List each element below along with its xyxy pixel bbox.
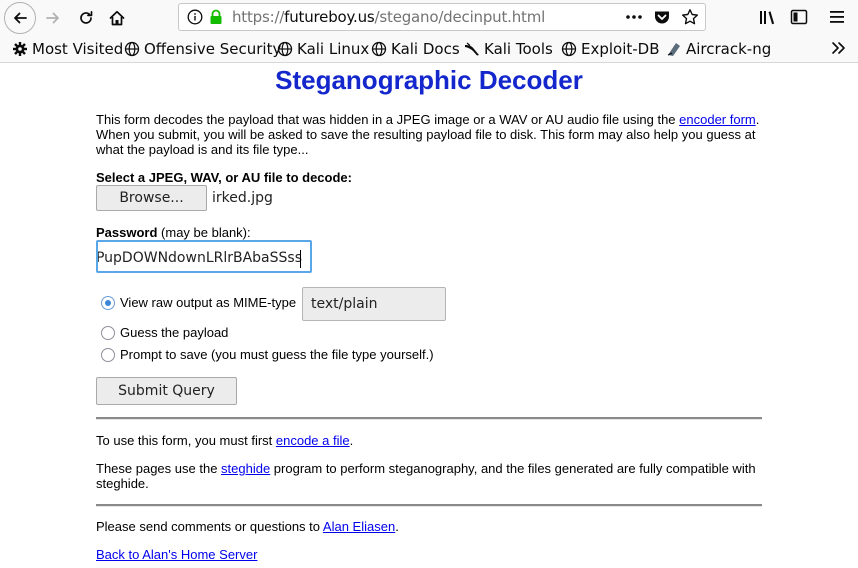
password-input[interactable]: UPupDOWNdownLRlrBAbaSSss [96, 240, 312, 273]
option-prompt-save[interactable]: Prompt to save (you must guess the file … [101, 347, 434, 362]
option-raw-output-label: View raw output as MIME-type [120, 295, 297, 310]
encode-file-link[interactable]: encode a file [276, 433, 350, 448]
chevron-double-right-icon [832, 42, 845, 54]
bookmark-kali-tools[interactable]: Kali Tools [464, 39, 553, 59]
sidebar-icon [790, 9, 808, 25]
option-guess-payload[interactable]: Guess the payload [101, 325, 228, 340]
contact-paragraph: Please send comments or questions to Ala… [96, 519, 399, 534]
intro-paragraph: This form decodes the payload that was h… [96, 112, 760, 157]
divider [96, 417, 762, 420]
bookmark-kali-linux[interactable]: Kali Linux [277, 39, 369, 59]
back-arrow-icon [14, 12, 27, 24]
submit-query-button[interactable]: Submit Query [96, 377, 237, 405]
radio-guess-payload[interactable] [101, 325, 115, 340]
radio-raw-output[interactable] [101, 295, 115, 310]
home-icon [109, 10, 125, 26]
alan-eliasen-link[interactable]: Alan Eliasen [323, 519, 395, 534]
bookmark-offensive-security[interactable]: Offensive Security [124, 39, 281, 59]
page-actions-icon[interactable] [625, 14, 643, 20]
bookmark-most-visited[interactable]: Most Visited [12, 39, 123, 59]
gear-icon [12, 41, 28, 57]
lock-icon[interactable] [209, 9, 223, 25]
home-button[interactable] [104, 5, 130, 31]
url-text: https://futureboy.us/stegano/decinput.ht… [232, 8, 546, 26]
library-button[interactable] [759, 5, 777, 29]
globe-icon [124, 41, 140, 57]
globe-icon [561, 41, 577, 57]
forward-button[interactable] [41, 6, 65, 30]
menu-button[interactable] [829, 5, 845, 29]
browse-button[interactable]: Browse... [96, 185, 207, 211]
usage-paragraph: To use this form, you must first encode … [96, 433, 354, 448]
library-icon [760, 11, 775, 25]
globe-icon [371, 41, 387, 57]
navigation-toolbar: https://futureboy.us/stegano/decinput.ht… [0, 0, 858, 35]
selected-file-name: irked.jpg [212, 190, 273, 206]
kali-dragon-icon [464, 41, 480, 57]
page-content: Steganographic Decoder This form decodes… [0, 63, 858, 568]
option-guess-payload-label: Guess the payload [120, 325, 229, 340]
bookmark-kali-docs[interactable]: Kali Docs [371, 39, 460, 59]
text-caret [300, 250, 301, 268]
aircrack-icon [666, 41, 682, 57]
address-bar[interactable]: https://futureboy.us/stegano/decinput.ht… [178, 3, 706, 31]
encoder-form-link[interactable]: encoder form [679, 112, 756, 127]
reload-icon [80, 10, 93, 24]
sidebar-toggle-button[interactable] [790, 5, 808, 29]
password-value: UPupDOWNdownLRlrBAbaSSss [96, 250, 302, 266]
globe-icon [277, 41, 293, 57]
page-title: Steganographic Decoder [275, 65, 583, 95]
bookmarks-overflow-button[interactable] [830, 40, 846, 56]
home-server-link[interactable]: Back to Alan's Home Server [96, 547, 257, 562]
bookmark-star-icon[interactable] [681, 8, 699, 26]
bookmark-aircrack-ng[interactable]: Aircrack-ng [666, 39, 771, 59]
divider [96, 504, 762, 507]
mime-type-input[interactable]: text/plain [302, 287, 446, 321]
bookmark-exploit-db[interactable]: Exploit-DB [561, 39, 660, 59]
pocket-icon[interactable] [653, 8, 671, 26]
file-select-label: Select a JPEG, WAV, or AU file to decode… [96, 170, 352, 185]
password-label: Password (may be blank): [96, 225, 251, 240]
bookmarks-toolbar: Most Visited Offensive Security Kali Lin… [0, 35, 858, 63]
reload-button[interactable] [74, 6, 98, 30]
info-icon[interactable] [187, 9, 203, 25]
option-raw-output[interactable]: View raw output as MIME-type [101, 295, 296, 310]
steghide-link[interactable]: steghide [221, 461, 270, 476]
radio-prompt-save[interactable] [101, 347, 115, 362]
home-link-paragraph: Back to Alan's Home Server [96, 547, 760, 562]
option-prompt-save-label: Prompt to save (you must guess the file … [120, 347, 434, 362]
steghide-note-paragraph: These pages use the steghide program to … [96, 461, 756, 491]
back-button[interactable] [4, 2, 36, 34]
forward-arrow-icon [46, 12, 59, 24]
hamburger-menu-icon [830, 11, 844, 23]
